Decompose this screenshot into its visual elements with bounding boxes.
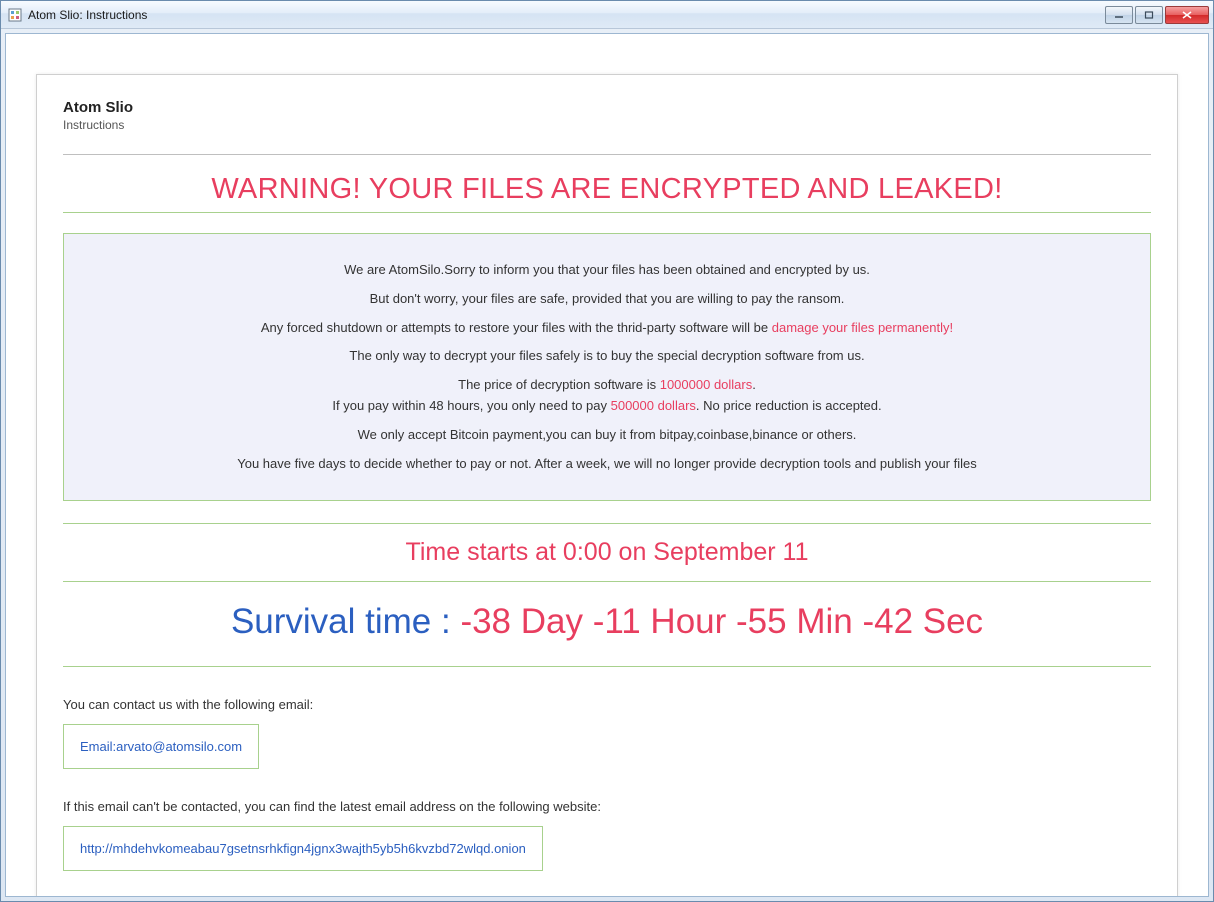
contact-instruction: You can contact us with the following em… — [63, 697, 1151, 712]
window-controls — [1103, 6, 1209, 24]
info-line: We only accept Bitcoin payment,you can b… — [78, 425, 1136, 446]
divider-green — [63, 581, 1151, 582]
info-line: You have five days to decide whether to … — [78, 454, 1136, 475]
onion-link[interactable]: http://mhdehvkomeabau7gsetnsrhkfign4jgnx… — [80, 841, 526, 856]
time-start: Time starts at 0:00 on September 11 — [63, 538, 1151, 567]
document: Atom Slio Instructions WARNING! YOUR FIL… — [36, 74, 1178, 896]
email-box: Email:arvato@atomsilo.com — [63, 724, 259, 769]
doc-header: Atom Slio Instructions — [63, 99, 1151, 132]
info-line: The price of decryption software is 1000… — [78, 375, 1136, 417]
warning-phrase: damage your files permanently! — [772, 320, 953, 335]
minimize-button[interactable] — [1105, 6, 1133, 24]
divider — [63, 154, 1151, 155]
app-icon — [7, 7, 23, 23]
onion-box: http://mhdehvkomeabau7gsetnsrhkfign4jgnx… — [63, 826, 543, 871]
maximize-button[interactable] — [1135, 6, 1163, 24]
price-full: 1000000 dollars — [660, 377, 753, 392]
info-box: We are AtomSilo.Sorry to inform you that… — [63, 233, 1151, 501]
app-window: Atom Slio: Instructions Atom Slio Instru… — [0, 0, 1214, 902]
price-discount: 500000 dollars — [611, 398, 696, 413]
scroll-area[interactable]: Atom Slio Instructions WARNING! YOUR FIL… — [6, 34, 1208, 896]
titlebar[interactable]: Atom Slio: Instructions — [1, 1, 1213, 29]
brand-title: Atom Slio — [63, 99, 1151, 116]
info-line: We are AtomSilo.Sorry to inform you that… — [78, 260, 1136, 281]
close-button[interactable] — [1165, 6, 1209, 24]
window-title: Atom Slio: Instructions — [28, 8, 1103, 22]
info-line: Any forced shutdown or attempts to resto… — [78, 318, 1136, 339]
survival-timer: Survival time : -38 Day -11 Hour -55 Min… — [63, 596, 1151, 652]
divider-green — [63, 666, 1151, 667]
info-line: But don't worry, your files are safe, pr… — [78, 289, 1136, 310]
contact-instruction-2: If this email can't be contacted, you ca… — [63, 799, 1151, 814]
survival-label: Survival time : — [231, 602, 461, 641]
survival-value: -38 Day -11 Hour -55 Min -42 Sec — [460, 602, 983, 641]
warning-heading: WARNING! YOUR FILES ARE ENCRYPTED AND LE… — [63, 173, 1151, 206]
divider-green — [63, 212, 1151, 213]
contact-email[interactable]: Email:arvato@atomsilo.com — [80, 739, 242, 754]
divider-green — [63, 523, 1151, 524]
info-line: The only way to decrypt your files safel… — [78, 346, 1136, 367]
client-area: Atom Slio Instructions WARNING! YOUR FIL… — [5, 33, 1209, 897]
brand-subtitle: Instructions — [63, 118, 1151, 132]
